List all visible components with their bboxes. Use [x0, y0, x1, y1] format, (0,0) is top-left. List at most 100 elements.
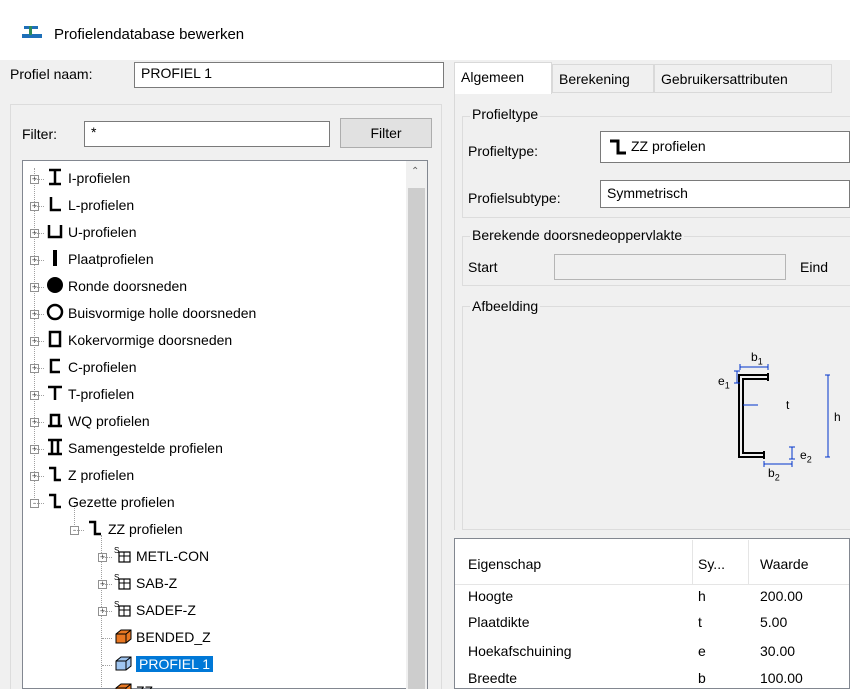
tree-item-c-profielen[interactable]: C-profielen: [46, 357, 136, 384]
end-label: Eind: [800, 259, 829, 275]
tree-item-label: U-profielen: [68, 224, 137, 240]
tree-item-t-profielen[interactable]: T-profielen: [46, 384, 134, 411]
orange-profile-icon: [115, 629, 132, 644]
profiletype-select[interactable]: ZZ profielen: [600, 131, 850, 163]
header-symbol[interactable]: Sy...: [698, 556, 725, 572]
tree-item-label: Plaatprofielen: [68, 251, 154, 267]
window-title: Profielendatabase bewerken: [54, 26, 245, 43]
tree-scrollbar-thumb[interactable]: [408, 188, 425, 689]
header-eigenschap[interactable]: Eigenschap: [468, 556, 541, 572]
tree-item-buisvormige-holle-doorsneden[interactable]: Buisvormige holle doorsneden: [46, 303, 256, 330]
tree-line: [34, 476, 44, 477]
profile-name-input[interactable]: PROFIEL 1: [134, 62, 444, 88]
tab-berekening[interactable]: Berekening: [552, 64, 654, 93]
tree-line: [34, 395, 44, 396]
tab-algemeen[interactable]: Algemeen: [454, 62, 552, 95]
tree-item-u-profielen[interactable]: U-profielen: [46, 222, 136, 249]
catalog-icon: S: [114, 573, 131, 590]
tree-item-z-profielen[interactable]: Z profielen: [46, 465, 134, 492]
profiletype-group-label: Profieltype: [470, 106, 541, 122]
tree-line: [102, 665, 112, 666]
image-group-label: Afbeelding: [470, 298, 541, 314]
tree-line: [102, 611, 112, 612]
tree-item-ronde-doorsneden[interactable]: Ronde doorsneden: [46, 276, 187, 303]
property-value[interactable]: 30.00: [760, 643, 795, 659]
tree-item-profiel-1[interactable]: PROFIEL 1: [114, 654, 214, 681]
tree-item-label: BENDED_Z: [136, 629, 211, 645]
tree-line: [34, 422, 44, 423]
tree-item-label: Kokervormige doorsneden: [68, 332, 233, 348]
orange-profile-icon: [115, 683, 132, 689]
tree-item-samengestelde-profielen[interactable]: Samengestelde profielen: [46, 438, 223, 465]
filter-label: Filter:: [22, 126, 57, 142]
plate-icon: [53, 250, 57, 266]
round-icon: [47, 277, 63, 293]
profilesubtype-label: Profielsubtype:: [468, 190, 561, 206]
tree-item-i-profielen[interactable]: I-profielen: [46, 168, 130, 195]
tree-item-kokervormige-doorsneden[interactable]: Kokervormige doorsneden: [46, 330, 232, 357]
t-profile-icon: [48, 385, 62, 400]
filter-button[interactable]: Filter: [340, 118, 432, 148]
tree-item-gezette-profielen[interactable]: Gezette profielen: [46, 492, 175, 519]
tree-item-plaatprofielen[interactable]: Plaatprofielen: [46, 249, 154, 276]
app-icon: [22, 26, 42, 38]
tree-line: [34, 233, 44, 234]
filter-input[interactable]: *: [84, 121, 330, 147]
property-symbol: e: [698, 643, 706, 659]
e1-label: e1: [718, 374, 730, 391]
column-divider[interactable]: [692, 540, 693, 584]
tree-item-label: Samengestelde profielen: [68, 440, 223, 456]
header-waarde[interactable]: Waarde: [760, 556, 809, 572]
tree-item-label: C-profielen: [68, 359, 137, 375]
h-label: h: [834, 410, 841, 424]
property-symbol: b: [698, 670, 706, 686]
tree-line: [34, 341, 44, 342]
tree-line: [102, 557, 112, 558]
tree-item-sab-z[interactable]: S SAB-Z: [114, 573, 177, 600]
tree-line: [34, 449, 44, 450]
wq-profile-icon: [48, 413, 62, 428]
tree-item-sadef-z[interactable]: S SADEF-Z: [114, 600, 196, 627]
tree-line: [34, 503, 44, 504]
property-name: Hoekafschuining: [468, 643, 572, 659]
tree-item-wq-profielen[interactable]: WQ profielen: [46, 411, 150, 438]
z-profile-icon: [49, 466, 61, 482]
property-name: Hoogte: [468, 588, 514, 604]
property-name: Breedte: [468, 670, 518, 686]
zz-profile-drawing: [734, 364, 830, 467]
b1-label: b1: [751, 350, 763, 367]
tree-line: [34, 206, 44, 207]
l-profile-icon: [49, 197, 61, 212]
tree-item-metl-con[interactable]: S METL-CON: [114, 546, 209, 573]
profiletype-label: Profieltype:: [468, 143, 539, 159]
tree-item-l-profielen[interactable]: L-profielen: [46, 195, 134, 222]
tree-item-label: SAB-Z: [136, 575, 178, 591]
tree-item-bended-z[interactable]: BENDED_Z: [114, 627, 211, 654]
tree-item-zz-profielen[interactable]: ZZ profielen: [86, 519, 183, 546]
tree-item-label: T-profielen: [68, 386, 135, 402]
property-value[interactable]: 200.00: [760, 588, 803, 604]
tree-item-zz[interactable]: ZZ: [114, 681, 153, 689]
property-symbol: h: [698, 588, 706, 604]
scroll-up-arrow-icon[interactable]: ⌃: [411, 166, 419, 177]
b2-label: b2: [768, 466, 780, 483]
box-icon: [48, 330, 62, 348]
tab-gebruikersattributen[interactable]: Gebruikersattributen: [654, 64, 832, 93]
tree-line: [34, 314, 44, 315]
property-value[interactable]: 100.00: [760, 670, 803, 686]
tree-item-label: Buisvormige holle doorsneden: [68, 305, 257, 321]
profilesubtype-select[interactable]: Symmetrisch: [600, 180, 850, 208]
catalog-icon: S: [114, 600, 131, 617]
tree-line: [34, 287, 44, 288]
tree-item-label: Ronde doorsneden: [68, 278, 188, 294]
tree-line: [34, 179, 44, 180]
composite-icon: [48, 438, 62, 456]
property-value[interactable]: 5.00: [760, 614, 787, 630]
tree-item-label: I-profielen: [68, 170, 131, 186]
tree-line: [34, 260, 44, 261]
column-divider[interactable]: [748, 540, 749, 584]
tree-item-label: SADEF-Z: [136, 602, 196, 618]
profiletype-value: ZZ profielen: [631, 138, 706, 154]
tree-line: [74, 530, 84, 531]
tree-item-label: Gezette profielen: [68, 494, 175, 510]
